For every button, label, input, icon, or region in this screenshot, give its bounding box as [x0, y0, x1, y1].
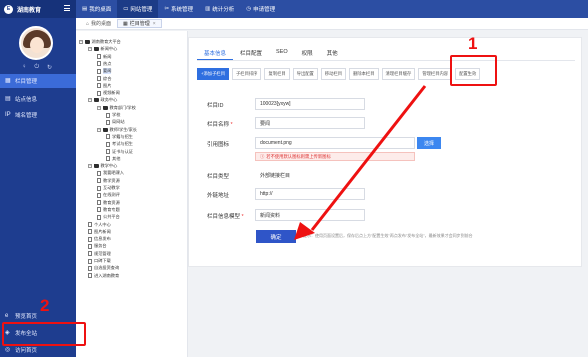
annotation-box-publish — [2, 322, 86, 346]
annotation-number-2: 2 — [40, 296, 50, 315]
annotation-box-apply — [450, 55, 497, 86]
annotation-arrow-head — [294, 222, 315, 240]
annotation-arrow-line — [310, 85, 427, 231]
annotation-number-1: 1 — [468, 34, 478, 53]
annotation-overlay — [294, 85, 427, 240]
